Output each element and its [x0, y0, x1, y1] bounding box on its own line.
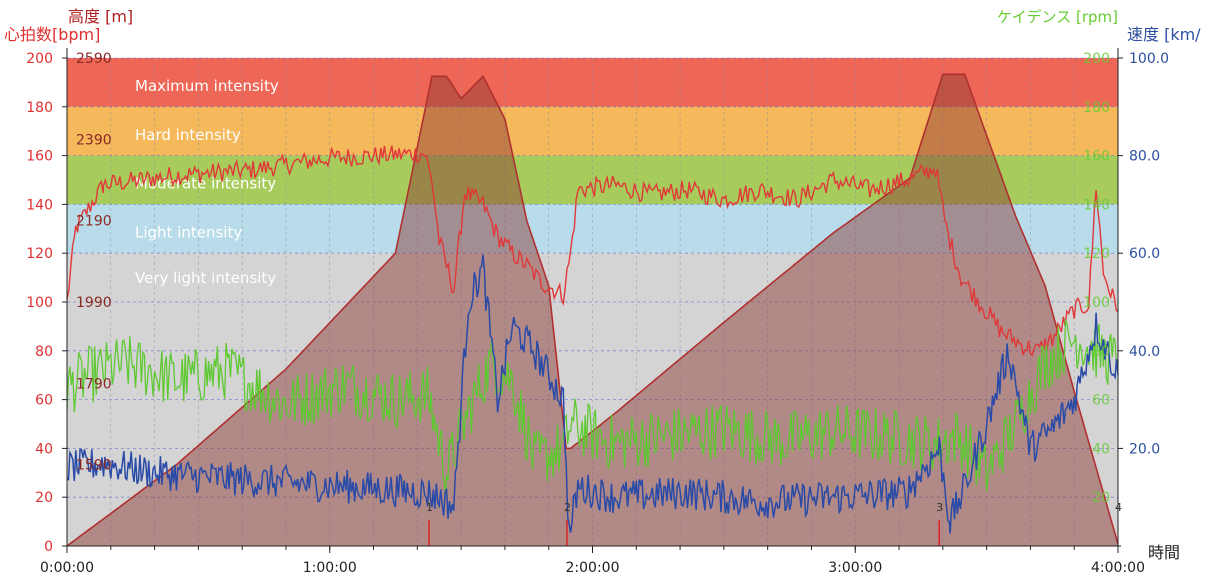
hr-tick-label: 20	[35, 490, 53, 506]
zone-label: Maximum intensity	[135, 77, 279, 95]
altitude-tick-label: 2190	[76, 214, 112, 230]
cadence-tick-label: 20	[1092, 490, 1110, 506]
x-tick-label: 4:00:00	[1091, 560, 1145, 576]
cadence-tick-label: 160	[1083, 149, 1110, 165]
x-tick-label: 2:00:00	[566, 560, 620, 576]
chart-svg: Maximum intensityHard intensityModerate …	[4, 7, 1201, 576]
hr-tick-label: 100	[26, 295, 53, 311]
hr-tick-label: 180	[26, 100, 53, 116]
hr-tick-label: 80	[35, 344, 53, 360]
cadence-tick-label: 180	[1083, 100, 1110, 116]
altitude-tick-label: 1590	[76, 458, 112, 474]
hr-tick-label: 0	[44, 539, 53, 555]
speed-tick-label: 60.0	[1129, 246, 1160, 262]
cadence-tick-label: 80	[1092, 344, 1110, 360]
cadence-tick-label: 100	[1083, 295, 1110, 311]
speed-axis-title: 速度 [km/	[1127, 25, 1201, 44]
zone-label: Very light intensity	[135, 269, 276, 287]
hr-tick-label: 60	[35, 393, 53, 409]
hr-tick-label: 120	[26, 246, 53, 262]
cadence-tick-label: 140	[1083, 197, 1110, 213]
x-tick-label: 1:00:00	[303, 560, 357, 576]
speed-tick-label: 80.0	[1129, 149, 1160, 165]
hr-tick-label: 40	[35, 441, 53, 457]
lap-marker-label: 3	[936, 501, 943, 514]
cadence-tick-label: 200	[1083, 51, 1110, 67]
x-axis-title: 時間	[1148, 543, 1180, 562]
x-tick-label: 3:00:00	[828, 560, 882, 576]
heart-rate-axis-title: 心拍数[bpm]	[4, 25, 100, 44]
cadence-tick-label: 120	[1083, 246, 1110, 262]
speed-tick-label: 40.0	[1129, 344, 1160, 360]
hr-tick-label: 160	[26, 149, 53, 165]
lap-marker-label: 1	[426, 501, 433, 514]
lap-marker-label: 2	[564, 501, 571, 514]
altitude-tick-label: 1790	[76, 376, 112, 392]
zone-label: Light intensity	[135, 223, 242, 241]
speed-tick-label: 20.0	[1129, 441, 1160, 457]
altitude-axis-title: 高度 [m]	[68, 7, 133, 26]
hr-tick-label: 140	[26, 197, 53, 213]
speed-tick-label: 100.0	[1129, 51, 1169, 67]
cadence-tick-label: 60	[1092, 393, 1110, 409]
cadence-axis-title: ケイデンス [rpm]	[997, 8, 1118, 26]
zone-label: Hard intensity	[135, 126, 241, 144]
x-tick-label: 0:00:00	[40, 560, 94, 576]
altitude-tick-label: 2390	[76, 132, 112, 148]
altitude-tick-label: 2590	[76, 51, 112, 67]
hr-tick-label: 200	[26, 51, 53, 67]
cadence-tick-label: 40	[1092, 441, 1110, 457]
altitude-tick-label: 1990	[76, 295, 112, 311]
